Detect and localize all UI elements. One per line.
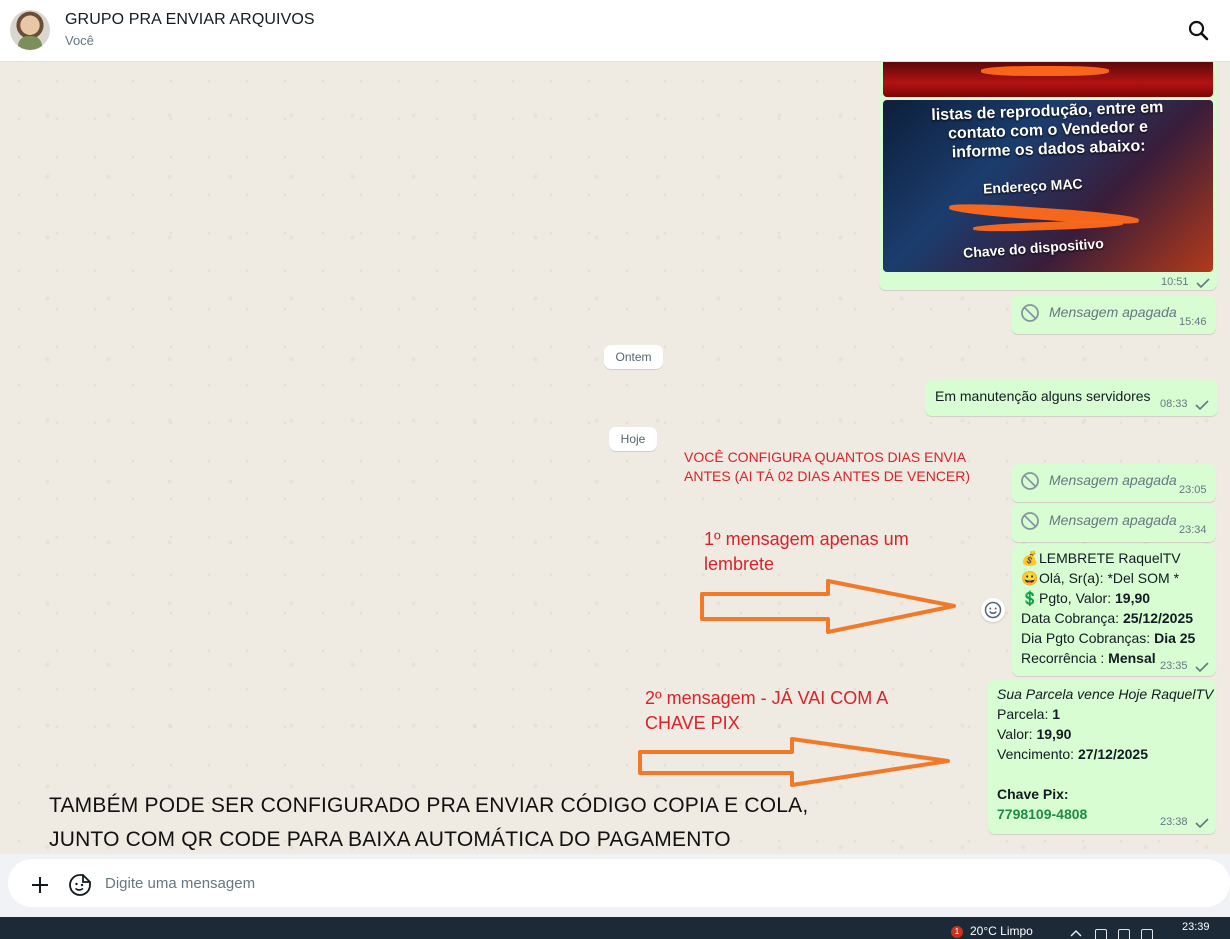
redaction-scribble (972, 219, 1124, 233)
date-divider: Ontem (604, 345, 663, 369)
chat-header: GRUPO PRA ENVIAR ARQUIVOS Você (0, 0, 1230, 62)
arrow-icon (700, 579, 956, 634)
due-value: 27/12/2025 (1077, 746, 1149, 762)
volume-icon[interactable] (1118, 929, 1130, 939)
os-taskbar: 20°C Limpo 1 23:39 (0, 917, 1230, 939)
reminder-title: LEMBRETE RaquelTV (1039, 550, 1181, 566)
reminder-greeting: Olá, Sr(a): *Del SOM * (1039, 570, 1180, 586)
due-payment-message-bubble[interactable]: Sua Parcela vence Hoje RaquelTV Parcela:… (988, 680, 1216, 834)
annotation-line: JUNTO COM QR CODE PARA BAIXA AUTOMÁTICA … (49, 828, 731, 851)
pix-key-link[interactable]: 7798109-4808 (997, 806, 1087, 822)
sticker-icon[interactable] (67, 872, 93, 898)
due-value: 1 (1052, 706, 1061, 722)
due-label: Parcela: (997, 706, 1053, 722)
annotation-line: CHAVE PIX (645, 713, 740, 733)
network-icon[interactable] (1095, 929, 1107, 939)
blocked-icon (1021, 512, 1039, 530)
message-time: 15:46 (1179, 316, 1207, 328)
reminder-label: Recorrência : (1021, 650, 1109, 666)
due-label: Valor: (997, 726, 1037, 742)
message-list[interactable]: listas de reprodução, entre em contato c… (0, 62, 1230, 854)
reminder-value: 25/12/2025 (1122, 610, 1194, 626)
reminder-message-bubble[interactable]: 💰LEMBRETE RaquelTV 😀Olá, Sr(a): *Del SOM… (1012, 544, 1216, 676)
redaction-scribble (981, 66, 1109, 76)
clock[interactable]: 23:39 (1182, 921, 1210, 933)
message-time: 23:38 (1160, 816, 1188, 828)
sent-check-icon (1195, 818, 1209, 828)
reminder-value: Dia 25 (1154, 630, 1196, 646)
reminder-value: 19,90 (1115, 590, 1151, 606)
grin-emoji-icon: 😀 (1021, 570, 1039, 586)
annotation-line: TAMBÉM PODE SER CONFIGURADO PRA ENVIAR C… (49, 794, 809, 817)
message-time: 10:51 (1161, 276, 1189, 288)
attach-plus-icon[interactable] (28, 873, 52, 897)
message-text: Em manutenção alguns servidores (935, 388, 1151, 404)
message-time: 08:33 (1160, 398, 1188, 410)
pix-label: Chave Pix: (997, 786, 1069, 802)
display-icon[interactable] (1141, 929, 1153, 939)
annotation-line: 2º mensagem - JÁ VAI COM A (645, 688, 889, 708)
chevron-up-icon[interactable] (1070, 929, 1082, 937)
annotation-line: lembrete (704, 554, 775, 574)
annotation-line: ANTES (AI TÁ 02 DIAS ANTES DE VENCER) (684, 468, 971, 484)
search-icon[interactable] (1184, 16, 1214, 46)
deleted-message-text: Mensagem apagada (1049, 512, 1177, 528)
dollar-icon: 💲 (1021, 590, 1039, 606)
device-key-label: Chave do dispositivo (962, 235, 1105, 261)
message-time: 23:35 (1160, 660, 1188, 672)
annotation-config-note: VOCÊ CONFIGURA QUANTOS DIAS ENVIA ANTES … (684, 448, 970, 486)
chat-title[interactable]: GRUPO PRA ENVIAR ARQUIVOS (65, 11, 315, 29)
money-bag-icon: 💰 (1021, 550, 1039, 566)
reminder-value: Mensal (1108, 650, 1156, 666)
deleted-message-text: Mensagem apagada (1049, 304, 1177, 320)
mac-label: Endereço MAC (982, 175, 1083, 197)
deleted-message-text: Mensagem apagada (1049, 472, 1177, 488)
chat-subtitle: Você (65, 33, 94, 48)
due-label: Vencimento: (997, 746, 1078, 762)
message-time: 23:05 (1179, 484, 1207, 496)
annotation-first-message: 1º mensagem apenas um lembrete (704, 527, 909, 577)
notification-badge: 1 (951, 926, 963, 938)
sent-check-icon (1195, 662, 1209, 672)
reminder-label: Pgto, Valor: (1039, 590, 1116, 606)
reminder-label: Data Cobrança: (1021, 610, 1123, 626)
date-divider: Hoje (609, 427, 657, 451)
blocked-icon (1021, 304, 1039, 322)
due-value: 19,90 (1036, 726, 1072, 742)
message-input[interactable] (105, 871, 1185, 895)
annotation-line: VOCÊ CONFIGURA QUANTOS DIAS ENVIA (684, 449, 967, 465)
message-image-top[interactable] (883, 62, 1213, 97)
emoji-reaction-button[interactable] (981, 598, 1005, 622)
message-image[interactable]: listas de reprodução, entre em contato c… (883, 100, 1213, 272)
group-avatar[interactable] (10, 10, 50, 50)
weather-text: 20°C Limpo (970, 924, 1033, 938)
arrow-icon (638, 737, 950, 787)
message-composer (0, 854, 1230, 917)
sent-check-icon (1195, 400, 1209, 410)
composer-box (8, 859, 1230, 907)
due-title: Sua Parcela vence Hoje RaquelTV (997, 686, 1214, 702)
annotation-second-message: 2º mensagem - JÁ VAI COM A CHAVE PIX (645, 686, 888, 736)
annotation-line: 1º mensagem apenas um (704, 529, 909, 549)
message-time: 23:34 (1179, 524, 1207, 536)
reminder-label: Dia Pgto Cobranças: (1021, 630, 1155, 646)
annotation-bottom-note: TAMBÉM PODE SER CONFIGURADO PRA ENVIAR C… (49, 789, 808, 854)
blocked-icon (1021, 472, 1039, 490)
sent-check-icon (1196, 278, 1210, 288)
